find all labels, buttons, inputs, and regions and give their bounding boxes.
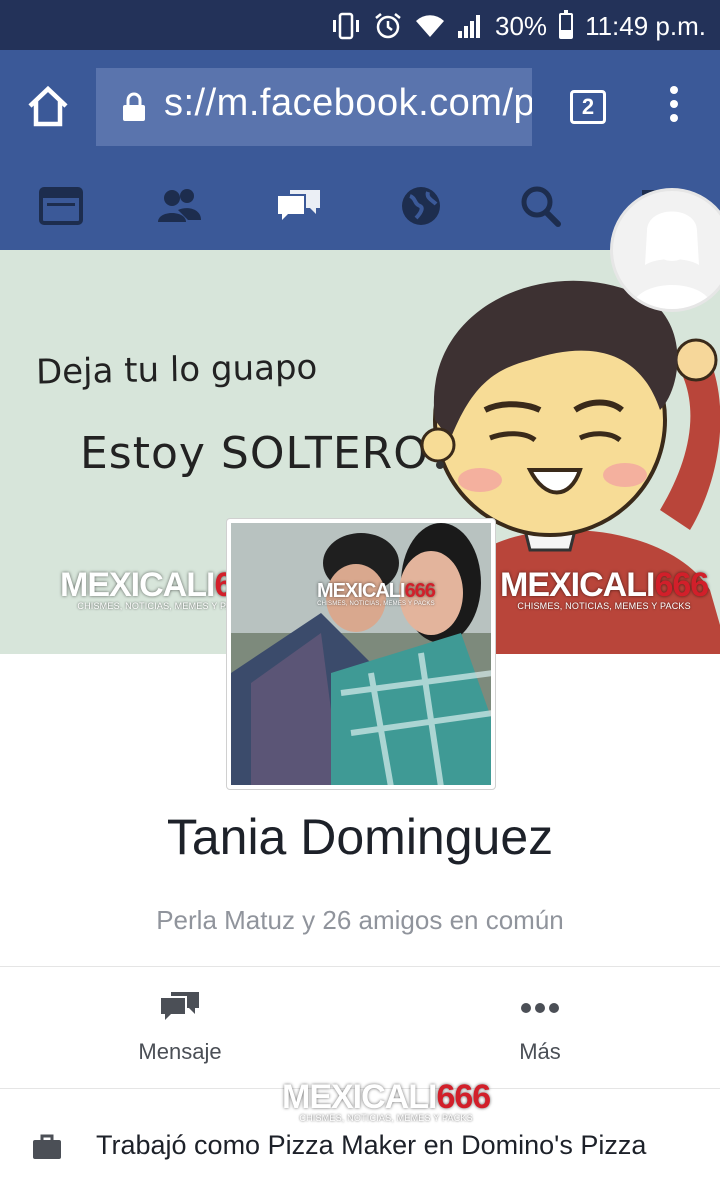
mutual-friends-link[interactable]: Perla Matuz y 26 amigos en común [0, 905, 720, 936]
message-button[interactable]: Mensaje [80, 990, 280, 1065]
work-info-row[interactable]: Trabajó como Pizza Maker en Domino's Piz… [0, 1126, 720, 1166]
watermark-bottom: MEXICALI666 CHISMES, NOTICIAS, MEMES Y P… [282, 1078, 491, 1123]
tab-switcher-button[interactable]: 2 [570, 90, 606, 124]
home-icon[interactable] [26, 84, 70, 128]
watermark-photo: MEXICALI666 CHISMES, NOTICIAS, MEMES Y P… [317, 580, 436, 607]
more-label: Más [519, 1039, 561, 1064]
overflow-menu-icon[interactable] [664, 86, 684, 126]
messages-icon[interactable] [276, 184, 322, 228]
more-dots-icon [521, 1003, 559, 1013]
battery-fill [561, 30, 572, 37]
friend-requests-icon[interactable] [156, 184, 202, 228]
browser-toolbar: s://m.facebook.com/p 2 [0, 50, 720, 162]
message-label: Mensaje [138, 1039, 222, 1064]
search-icon[interactable] [518, 184, 564, 228]
status-bar: 30% 11:49 p.m. [0, 0, 720, 50]
alarm-icon [375, 13, 401, 39]
divider-top [0, 966, 720, 967]
status-icons: 30% 11:49 p.m. [331, 8, 706, 44]
briefcase-icon [33, 1134, 61, 1159]
address-bar[interactable]: s://m.facebook.com/p [96, 68, 532, 146]
lock-icon [123, 92, 145, 121]
cover-caption-line-2: Estoy SOLTERO [80, 428, 429, 479]
signal-icon [458, 15, 481, 38]
news-feed-icon[interactable] [38, 184, 84, 228]
notifications-globe-icon[interactable] [398, 184, 444, 228]
clock: 11:49 p.m. [585, 10, 706, 41]
url-text: s://m.facebook.com/p [164, 82, 532, 124]
work-info-text: Trabajó como Pizza Maker en Domino's Piz… [96, 1130, 647, 1160]
profile-photo-image: MEXICALI666 CHISMES, NOTICIAS, MEMES Y P… [231, 523, 491, 785]
profile-picture[interactable]: MEXICALI666 CHISMES, NOTICIAS, MEMES Y P… [226, 518, 496, 790]
more-button[interactable]: Más [440, 990, 640, 1065]
battery-percent: 30% [495, 10, 548, 41]
battery-icon [559, 10, 574, 39]
message-icon [161, 992, 199, 1020]
default-avatar-icon [631, 211, 713, 309]
wifi-icon [416, 15, 445, 37]
vibrate-icon [333, 12, 360, 40]
cover-caption-line-1: Deja tu lo guapo [35, 347, 318, 393]
watermark-right: MEXICALI666 CHISMES, NOTICIAS, MEMES Y P… [500, 566, 709, 611]
profile-name: Tania Dominguez [166, 809, 554, 865]
